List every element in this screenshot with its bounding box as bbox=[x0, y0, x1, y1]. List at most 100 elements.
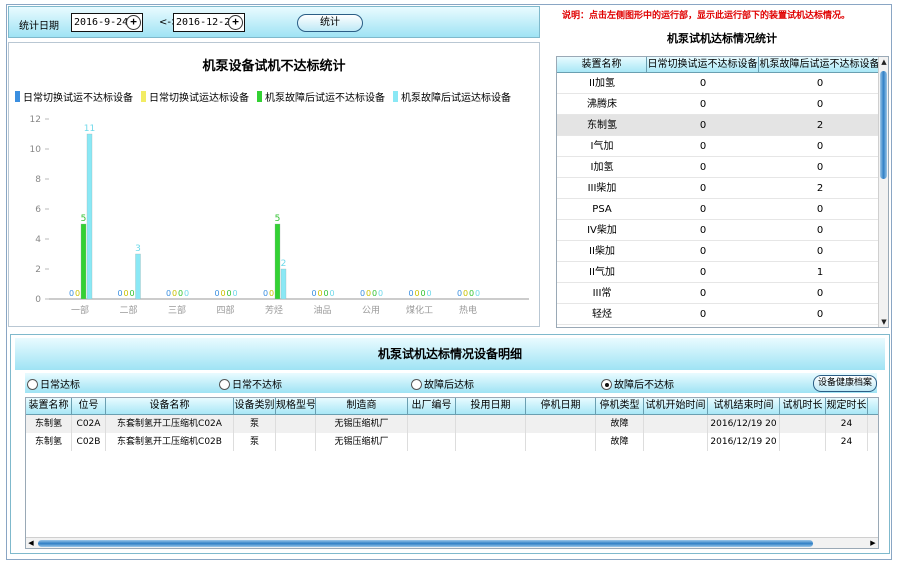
x-tick-label[interactable]: 煤化工 bbox=[406, 304, 433, 316]
x-tick-label[interactable]: 芳烃 bbox=[265, 304, 283, 316]
legend-item[interactable]: 机泵故障后试运不达标设备 bbox=[257, 89, 385, 104]
filter-radio[interactable]: 故障后达标 bbox=[411, 376, 474, 391]
x-tick-label[interactable]: 四部 bbox=[216, 304, 234, 316]
column-header[interactable]: 制造商 bbox=[316, 398, 408, 414]
column-header[interactable]: 规格型号 bbox=[276, 398, 316, 414]
table-cell: 0 bbox=[699, 99, 707, 110]
table-cell: 无锡压缩机厂 bbox=[316, 415, 408, 433]
x-tick-label[interactable]: 一部 bbox=[71, 304, 89, 316]
column-header[interactable]: 机泵故障后试运不达标设备 bbox=[759, 57, 881, 72]
filter-radio[interactable]: 日常达标 bbox=[27, 376, 80, 391]
statistics-button[interactable]: 统计 bbox=[297, 14, 363, 32]
scrollbar-thumb[interactable] bbox=[38, 540, 813, 547]
column-header[interactable]: 停机类型 bbox=[596, 398, 644, 414]
scroll-left-icon[interactable]: ◀ bbox=[26, 538, 36, 548]
table-cell bbox=[780, 433, 826, 451]
table-cell bbox=[408, 415, 456, 433]
filter-radio[interactable]: 故障后不达标 bbox=[601, 376, 674, 391]
horizontal-scrollbar[interactable]: ◀ ▶ bbox=[26, 537, 878, 548]
x-tick-label[interactable]: 三部 bbox=[168, 304, 186, 316]
table-row[interactable]: 东制氢 C02B 东套制氢开工压缩机C02B 泵 无锡压缩机厂 故障 2016/12/19 … bbox=[26, 433, 878, 451]
table-row[interactable]: III常 0 0 bbox=[557, 283, 888, 304]
column-header[interactable]: 装置名称 bbox=[557, 57, 647, 72]
table-row[interactable]: II加氢 0 0 bbox=[557, 73, 888, 94]
data-label: 0 bbox=[178, 289, 183, 298]
column-header[interactable]: 出厂编号 bbox=[408, 398, 456, 414]
column-header[interactable]: 日常切换试运不达标设备 bbox=[647, 57, 759, 72]
table-cell: 轻烃 bbox=[592, 309, 612, 320]
radio-icon[interactable] bbox=[411, 379, 422, 390]
legend-label: 日常切换试运达标设备 bbox=[149, 93, 249, 104]
column-header[interactable]: 投用日期 bbox=[456, 398, 526, 414]
table-row[interactable]: 轻烃 0 0 bbox=[557, 304, 888, 325]
scrollbar-thumb[interactable] bbox=[880, 71, 887, 179]
x-tick-label[interactable]: 公用 bbox=[362, 305, 380, 316]
bar[interactable] bbox=[86, 133, 93, 300]
table-cell: 0 bbox=[816, 225, 824, 236]
health-record-button[interactable]: 设备健康档案 bbox=[813, 375, 877, 392]
table-cell: C02A bbox=[72, 415, 106, 433]
filter-radio[interactable]: 日常不达标 bbox=[219, 376, 282, 391]
bar[interactable] bbox=[80, 223, 87, 300]
scroll-down-icon[interactable]: ▼ bbox=[879, 317, 888, 327]
data-label: 5 bbox=[81, 214, 87, 224]
data-label: 0 bbox=[329, 289, 334, 298]
scroll-up-icon[interactable]: ▲ bbox=[879, 57, 888, 67]
legend-item[interactable]: 机泵故障后试运达标设备 bbox=[393, 89, 511, 104]
radio-icon[interactable] bbox=[219, 379, 230, 390]
bar[interactable] bbox=[135, 253, 141, 300]
unit-stats-header: 装置名称 日常切换试运不达标设备 机泵故障后试运不达标设备 bbox=[557, 57, 888, 73]
table-cell: 0 bbox=[699, 120, 707, 131]
table-cell: 0 bbox=[699, 309, 707, 320]
data-label: 0 bbox=[123, 289, 128, 298]
table-row[interactable]: II柴加 0 0 bbox=[557, 241, 888, 262]
table-row[interactable]: II气加 0 1 bbox=[557, 262, 888, 283]
start-date-input[interactable]: 2016-9-24 + bbox=[71, 13, 143, 32]
table-cell: 2016/12/19 20 bbox=[708, 415, 780, 433]
column-header[interactable]: 试机开始时间 bbox=[644, 398, 708, 414]
legend-item[interactable]: 日常切换试运达标设备 bbox=[141, 89, 249, 104]
column-header[interactable]: 规定时长 bbox=[826, 398, 868, 414]
x-tick-label[interactable]: 油品 bbox=[313, 304, 331, 316]
bar[interactable] bbox=[280, 268, 287, 300]
legend-swatch bbox=[257, 91, 262, 102]
x-tick-label[interactable]: 二部 bbox=[119, 304, 137, 316]
date-label: 统计日期 bbox=[19, 21, 59, 32]
y-tick-label: 12 bbox=[30, 115, 41, 125]
scroll-right-icon[interactable]: ▶ bbox=[868, 538, 878, 548]
column-header[interactable]: 设备类别 bbox=[234, 398, 276, 414]
table-row[interactable]: III柴加 0 2 bbox=[557, 178, 888, 199]
vertical-scrollbar[interactable]: ▲ ▼ bbox=[878, 57, 888, 327]
table-row[interactable]: 沸腾床 0 0 bbox=[557, 94, 888, 115]
table-cell: 0 bbox=[816, 288, 824, 299]
bar[interactable] bbox=[274, 223, 281, 300]
table-cell: PSA bbox=[592, 204, 612, 215]
x-tick-label[interactable]: 热电 bbox=[459, 304, 477, 316]
calendar-icon[interactable]: + bbox=[126, 15, 141, 30]
table-row[interactable]: I加氢 0 0 bbox=[557, 157, 888, 178]
table-cell: C02B bbox=[72, 433, 106, 451]
end-date-input[interactable]: 2016-12-24 + bbox=[173, 13, 245, 32]
legend-item[interactable]: 日常切换试运不达标设备 bbox=[15, 89, 133, 104]
data-label: 0 bbox=[469, 289, 474, 298]
column-header[interactable]: 试机时长 bbox=[780, 398, 826, 414]
table-row[interactable]: IV柴加 0 0 bbox=[557, 220, 888, 241]
legend-swatch bbox=[393, 91, 398, 102]
radio-icon[interactable] bbox=[27, 379, 38, 390]
bar-chart[interactable]: 0246810120 0511一部0 0 03二部0 0 0 0三部0 0 0 0四部0 052芳烃… bbox=[9, 109, 539, 324]
column-header[interactable]: 停机日期 bbox=[526, 398, 596, 414]
column-header[interactable]: 位号 bbox=[72, 398, 106, 414]
table-row[interactable]: 东制氢 0 2 bbox=[557, 115, 888, 136]
table-cell bbox=[456, 433, 526, 451]
column-header[interactable]: 装置名称 bbox=[26, 398, 72, 414]
table-row[interactable]: PSA 0 0 bbox=[557, 199, 888, 220]
table-cell: 东套制氢开工压缩机C02A bbox=[106, 415, 234, 433]
radio-icon[interactable] bbox=[601, 379, 612, 390]
column-header[interactable]: 试机结束时间 bbox=[708, 398, 780, 414]
table-row[interactable]: 东制氢 C02A 东套制氢开工压缩机C02A 泵 无锡压缩机厂 故障 2016/12/19 … bbox=[26, 415, 878, 433]
start-date-value: 2016-9-24 bbox=[74, 17, 129, 28]
column-header[interactable]: 设备名称 bbox=[106, 398, 234, 414]
calendar-icon[interactable]: + bbox=[228, 15, 243, 30]
table-cell: 无锡压缩机厂 bbox=[316, 433, 408, 451]
table-row[interactable]: I气加 0 0 bbox=[557, 136, 888, 157]
